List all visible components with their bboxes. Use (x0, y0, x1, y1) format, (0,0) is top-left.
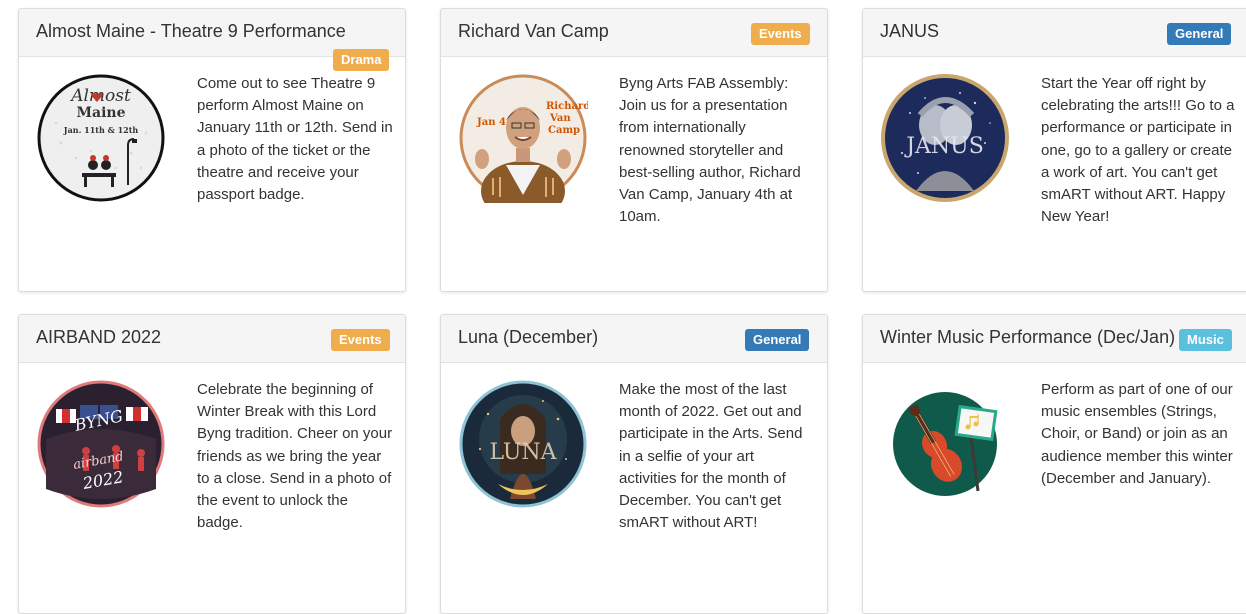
card-header: Winter Music Performance (Dec/Jan) Music (863, 315, 1246, 363)
card-description: Perform as part of one of our music ense… (1041, 381, 1233, 487)
card-header: Luna (December) General (441, 315, 827, 363)
event-image[interactable] (880, 379, 1010, 509)
svg-text:Jan. 11th & 12th: Jan. 11th & 12th (63, 125, 139, 135)
category-badge: Events (751, 23, 810, 45)
card-title: JANUS (880, 21, 940, 41)
svg-text:Richard: Richard (546, 101, 588, 112)
card-header: Richard Van Camp Events (441, 9, 827, 57)
event-image[interactable]: Almost Maine Jan. 11th & 12th (36, 73, 166, 203)
category-badge: Drama (333, 49, 390, 71)
svg-text:Maine: Maine (77, 105, 126, 121)
card-title: Luna (December) (458, 327, 599, 347)
card-title: Richard Van Camp (458, 21, 609, 41)
card-title: AIRBAND 2022 (36, 327, 162, 347)
event-card[interactable]: Luna (December) General LUNA Make the mo… (440, 314, 828, 614)
category-badge: Music (1179, 329, 1232, 351)
event-card[interactable]: AIRBAND 2022 Events BYNG airband 2022 Ce… (18, 314, 406, 614)
category-badge: Events (331, 329, 390, 351)
category-badge: General (1167, 23, 1232, 45)
event-image[interactable]: BYNG airband 2022 (36, 379, 166, 509)
card-header: JANUS General (863, 9, 1246, 57)
event-card[interactable]: Richard Van Camp Events Jan 4 Richard Va… (440, 8, 828, 292)
card-header: AIRBAND 2022 Events (19, 315, 405, 363)
svg-text:Camp: Camp (548, 125, 580, 136)
card-description: Make the most of the last month of 2022.… (619, 381, 803, 532)
category-badge: General (745, 329, 810, 351)
event-card[interactable]: JANUS General JANUS Start the Year off r… (862, 8, 1246, 292)
svg-text:LUNA: LUNA (489, 440, 557, 465)
event-card[interactable]: Winter Music Performance (Dec/Jan) Music (862, 314, 1246, 614)
card-description: Byng Arts FAB Assembly: Join us for a pr… (619, 75, 801, 226)
card-header: Almost Maine - Theatre 9 Performance Dra… (19, 9, 405, 71)
event-image[interactable]: JANUS (880, 73, 1010, 203)
card-description: Celebrate the beginning of Winter Break … (197, 381, 393, 532)
svg-text:JANUS: JANUS (904, 134, 984, 159)
card-title: Almost Maine - Theatre 9 Performance (36, 21, 346, 41)
event-image[interactable]: Jan 4 Richard Van Camp (458, 73, 588, 203)
event-image[interactable]: LUNA (458, 379, 588, 509)
card-title: Winter Music Performance (Dec/Jan) (880, 327, 1176, 347)
card-description: Come out to see Theatre 9 perform Almost… (197, 75, 393, 204)
card-description: Start the Year off right by celebrating … (1041, 75, 1235, 226)
event-card[interactable]: Almost Maine - Theatre 9 Performance Dra… (18, 8, 406, 292)
svg-text:Van: Van (549, 113, 571, 124)
svg-text:Jan 4: Jan 4 (476, 117, 506, 128)
